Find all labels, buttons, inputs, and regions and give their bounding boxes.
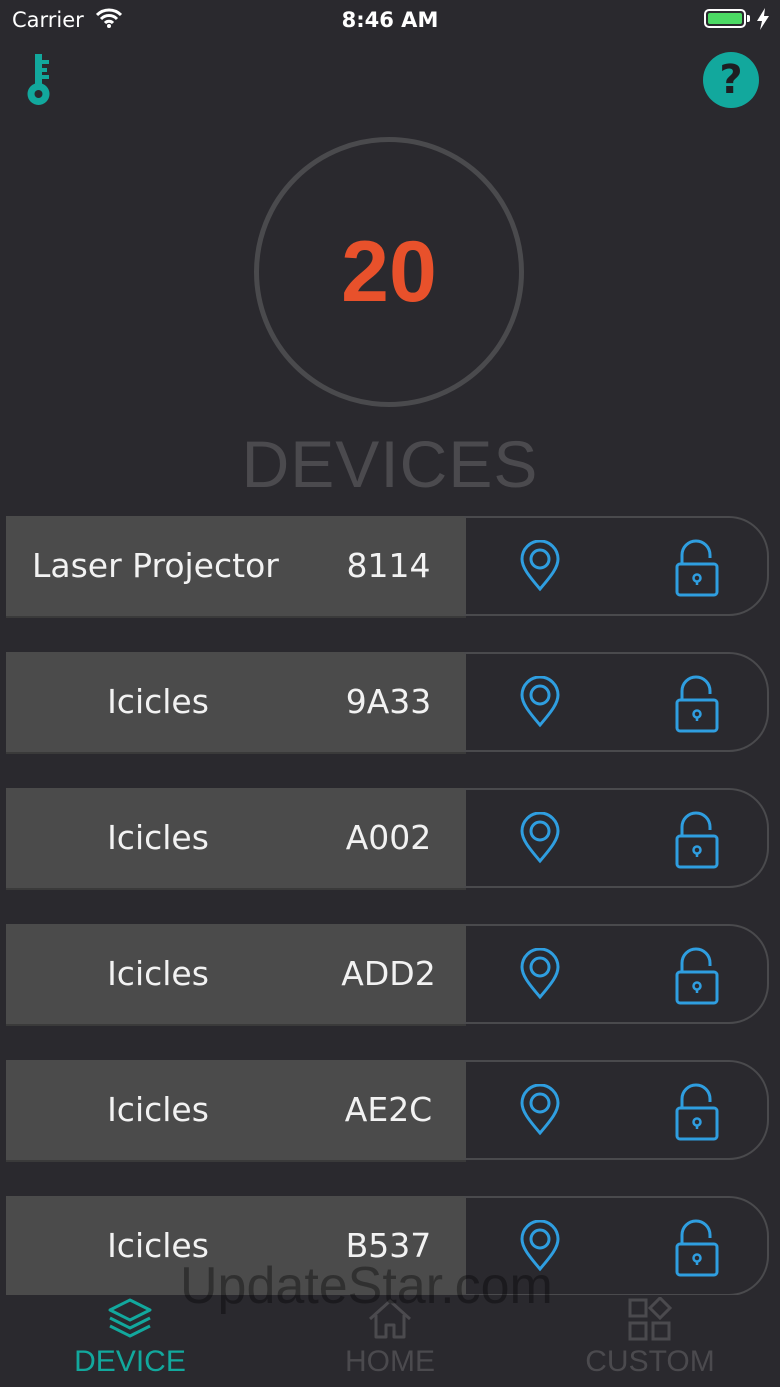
device-info[interactable]: Icicles AE2C	[6, 1060, 466, 1162]
device-id: 8114	[346, 546, 431, 585]
device-id: A002	[345, 818, 432, 857]
unlock-icon[interactable]	[674, 1218, 720, 1278]
apps-icon	[628, 1297, 673, 1341]
location-pin-icon[interactable]	[518, 948, 562, 1000]
location-pin-icon[interactable]	[518, 540, 562, 592]
tab-home-label: HOME	[345, 1345, 435, 1378]
device-name: Icicles	[107, 954, 209, 993]
device-name: Icicles	[107, 818, 209, 857]
battery-icon	[704, 9, 746, 28]
location-pin-icon[interactable]	[518, 812, 562, 864]
charging-icon	[757, 8, 769, 30]
device-info[interactable]: Icicles A002	[6, 788, 466, 890]
device-actions	[464, 652, 769, 752]
clock: 8:46 AM	[341, 8, 439, 32]
device-row[interactable]: Icicles ADD2	[6, 924, 771, 1026]
device-info[interactable]: Laser Projector 8114	[6, 516, 466, 618]
device-count: 20	[341, 224, 437, 320]
device-id: 9A33	[345, 682, 432, 721]
tab-device-label: DEVICE	[74, 1345, 186, 1378]
device-id: ADD2	[341, 954, 436, 993]
device-row[interactable]: Icicles A002	[6, 788, 771, 890]
device-row[interactable]: Icicles AE2C	[6, 1060, 771, 1162]
status-bar: Carrier 8:46 AM	[0, 0, 780, 40]
key-icon[interactable]	[22, 54, 56, 108]
help-icon[interactable]: ?	[703, 52, 759, 108]
device-name: Laser Projector	[32, 546, 279, 585]
device-row[interactable]: Laser Projector 8114	[6, 516, 771, 618]
unlock-icon[interactable]	[674, 674, 720, 734]
unlock-icon[interactable]	[674, 810, 720, 870]
devices-title: DEVICES	[241, 427, 539, 501]
device-actions	[464, 1060, 769, 1160]
layers-icon	[108, 1298, 152, 1338]
device-actions	[464, 788, 769, 888]
device-actions	[464, 924, 769, 1024]
tab-custom-label: CUSTOM	[585, 1345, 715, 1378]
unlock-icon[interactable]	[674, 1082, 720, 1142]
device-info[interactable]: Icicles ADD2	[6, 924, 466, 1026]
device-name: Icicles	[107, 682, 209, 721]
watermark: UpdateStar.com	[180, 1257, 553, 1315]
tab-custom[interactable]: CUSTOM	[520, 1295, 780, 1387]
battery-tip	[747, 15, 750, 22]
device-row[interactable]: Icicles 9A33	[6, 652, 771, 754]
location-pin-icon[interactable]	[518, 676, 562, 728]
device-actions	[464, 516, 769, 616]
device-id: AE2C	[344, 1090, 433, 1129]
unlock-icon[interactable]	[674, 946, 720, 1006]
location-pin-icon[interactable]	[518, 1084, 562, 1136]
device-name: Icicles	[107, 1090, 209, 1129]
unlock-icon[interactable]	[674, 538, 720, 598]
device-info[interactable]: Icicles 9A33	[6, 652, 466, 754]
